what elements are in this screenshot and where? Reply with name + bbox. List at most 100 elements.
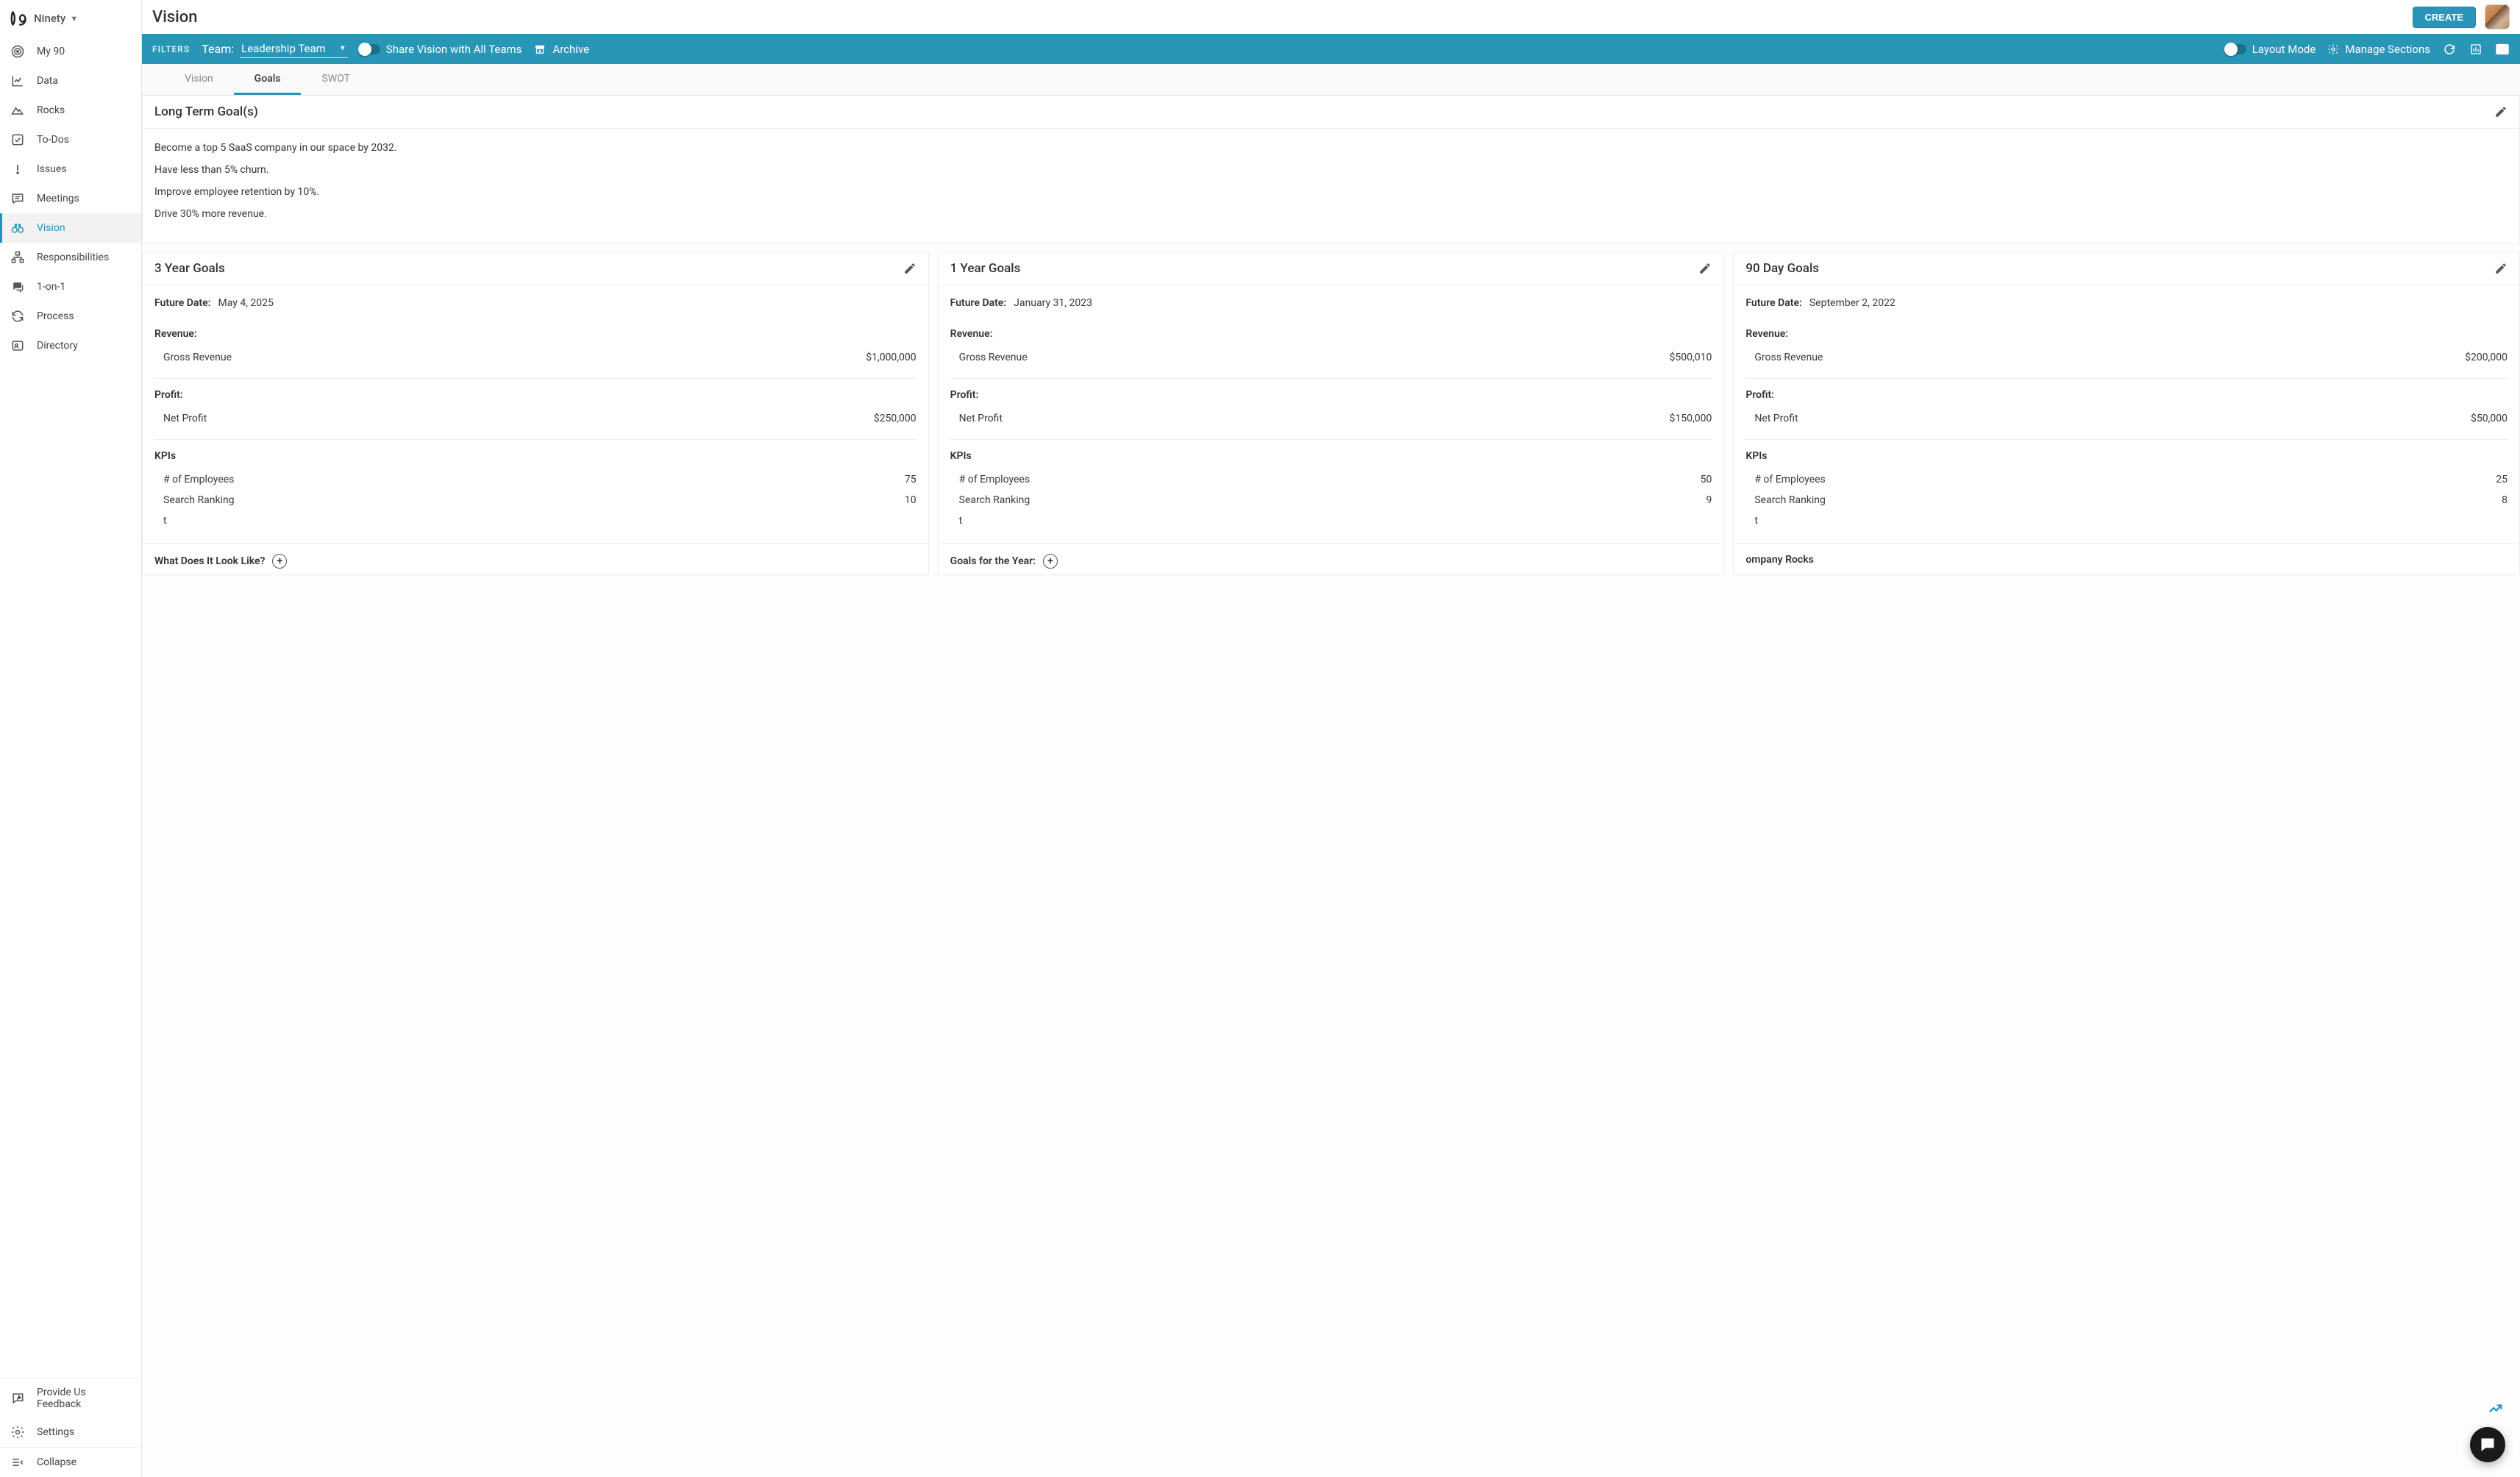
future-date-value: September 2, 2022 <box>1809 297 1896 309</box>
sidebar-item-label: To-Dos <box>37 134 69 146</box>
avatar[interactable] <box>2485 4 2510 29</box>
tab-swot[interactable]: SWOT <box>301 64 371 95</box>
gross-revenue-label: Gross Revenue <box>163 352 232 363</box>
tab-goals[interactable]: Goals <box>234 64 302 95</box>
brand[interactable]: Ninety ▼ <box>0 0 141 37</box>
kpis-label: KPIs <box>1745 450 2507 462</box>
sidebar-item-my90[interactable]: My 90 <box>0 37 141 66</box>
ninety-day-title: 90 Day Goals <box>1745 261 1819 276</box>
sidebar-nav: My 90 Data Rocks To-Dos Issues Meetings … <box>0 37 141 1378</box>
gross-revenue-label: Gross Revenue <box>959 352 1028 363</box>
future-date-label: Future Date: <box>154 297 211 309</box>
gear-icon <box>2327 43 2339 55</box>
employees-value: 25 <box>2496 474 2507 485</box>
employees-value: 50 <box>1701 474 1712 485</box>
sidebar-item-responsibilities[interactable]: Responsibilities <box>0 243 141 272</box>
trend-icon[interactable] <box>2488 1401 2504 1417</box>
archive-button[interactable]: Archive <box>533 43 589 56</box>
bottom-title: Goals for the Year: <box>950 555 1036 567</box>
employees-label: # of Employees <box>163 474 234 485</box>
net-profit-label: Net Profit <box>959 413 1003 424</box>
search-ranking-value: 8 <box>2502 494 2507 506</box>
team-select[interactable]: Leadership Team ▼ <box>240 40 348 58</box>
longterm-title: Long Term Goal(s) <box>154 104 258 119</box>
future-date-value: January 31, 2023 <box>1014 297 1092 309</box>
edit-icon[interactable] <box>903 262 916 275</box>
add-icon[interactable]: + <box>1043 554 1058 569</box>
gross-revenue-value: $500,010 <box>1670 352 1712 363</box>
team-select-value: Leadership Team <box>241 42 326 55</box>
sidebar-item-label: Issues <box>37 163 67 175</box>
one-year-card: 1 Year Goals Future Date:January 31, 202… <box>938 252 1725 575</box>
edit-icon[interactable] <box>2494 262 2507 275</box>
net-profit-value: $250,000 <box>874 413 916 424</box>
search-ranking-label: Search Ranking <box>163 494 235 506</box>
binoculars-icon <box>10 221 25 235</box>
refresh-icon[interactable] <box>2442 42 2457 57</box>
mountain-icon <box>10 103 25 118</box>
employees-label: # of Employees <box>1754 474 1825 485</box>
sidebar-item-label: Process <box>37 310 74 322</box>
three-year-title: 3 Year Goals <box>154 261 225 276</box>
gross-revenue-label: Gross Revenue <box>1754 352 1823 363</box>
bottom-section: What Does It Look Like? + <box>143 544 928 574</box>
sidebar-item-feedback[interactable]: Provide Us Feedback <box>0 1379 141 1417</box>
search-ranking-value: 9 <box>1706 494 1712 506</box>
sidebar-item-todos[interactable]: To-Dos <box>0 125 141 154</box>
longterm-line: Have less than 5% churn. <box>154 164 2507 176</box>
sidebar-item-label: 1-on-1 <box>37 281 65 293</box>
org-icon <box>10 250 25 265</box>
future-date-label: Future Date: <box>1745 297 1802 309</box>
net-profit-value: $150,000 <box>1670 413 1712 424</box>
chart-line-icon <box>10 74 25 88</box>
chevron-down-icon: ▼ <box>339 45 346 53</box>
bottom-section: Goals for the Year: + <box>939 544 1724 574</box>
checkbox-icon <box>10 132 25 147</box>
longterm-card: Long Term Goal(s) Become a top 5 SaaS co… <box>142 96 2520 244</box>
t-label: t <box>959 515 963 527</box>
gross-revenue-value: $1,000,000 <box>866 352 916 363</box>
bottom-title: What Does It Look Like? <box>154 555 265 567</box>
sidebar-item-process[interactable]: Process <box>0 302 141 331</box>
layout-toggle-control[interactable]: Layout Mode <box>2226 43 2316 56</box>
sidebar-item-issues[interactable]: Issues <box>0 154 141 184</box>
sidebar-item-rocks[interactable]: Rocks <box>0 96 141 125</box>
sidebar-item-meetings[interactable]: Meetings <box>0 184 141 213</box>
layout-toggle[interactable] <box>2226 44 2246 54</box>
main: Vision CREATE FILTERS Team: Leadership T… <box>142 0 2520 1477</box>
edit-icon[interactable] <box>1698 262 1712 275</box>
export-chart-icon[interactable] <box>2469 42 2483 57</box>
kpis-label: KPIs <box>154 450 916 462</box>
share-toggle-control[interactable]: Share Vision with All Teams <box>360 43 522 56</box>
share-label: Share Vision with All Teams <box>386 43 522 56</box>
search-ranking-label: Search Ranking <box>959 494 1031 506</box>
sidebar-item-label: Provide Us Feedback <box>37 1387 131 1410</box>
chat-fab[interactable] <box>2470 1427 2505 1462</box>
sidebar-item-label: Settings <box>37 1426 74 1438</box>
feedback-icon <box>10 1391 25 1406</box>
chat-solid-icon <box>10 280 25 294</box>
longterm-line: Drive 30% more revenue. <box>154 208 2507 220</box>
longterm-line: Become a top 5 SaaS company in our space… <box>154 142 2507 154</box>
manage-sections-button[interactable]: Manage Sections <box>2327 43 2430 56</box>
create-button[interactable]: CREATE <box>2413 7 2476 28</box>
export-pdf-icon[interactable]: PDF <box>2495 42 2510 57</box>
bottom-section: ompany Rocks <box>1734 544 2519 572</box>
sidebar-item-data[interactable]: Data <box>0 66 141 96</box>
search-ranking-label: Search Ranking <box>1754 494 1826 506</box>
tab-vision[interactable]: Vision <box>164 64 234 95</box>
sidebar-collapse[interactable]: Collapse <box>0 1448 141 1477</box>
brand-logo-icon <box>9 9 28 28</box>
archive-label: Archive <box>552 43 589 56</box>
sidebar-item-1on1[interactable]: 1-on-1 <box>0 272 141 302</box>
sidebar-item-label: Directory <box>37 340 78 352</box>
target-icon <box>10 44 25 59</box>
share-toggle[interactable] <box>360 44 380 54</box>
sidebar-item-vision[interactable]: Vision <box>0 213 141 243</box>
employees-value: 75 <box>905 474 916 485</box>
sidebar-item-settings[interactable]: Settings <box>0 1417 141 1447</box>
edit-icon[interactable] <box>2494 105 2507 118</box>
sidebar-item-directory[interactable]: Directory <box>0 331 141 360</box>
add-icon[interactable]: + <box>272 554 287 569</box>
manage-label: Manage Sections <box>2345 43 2430 56</box>
